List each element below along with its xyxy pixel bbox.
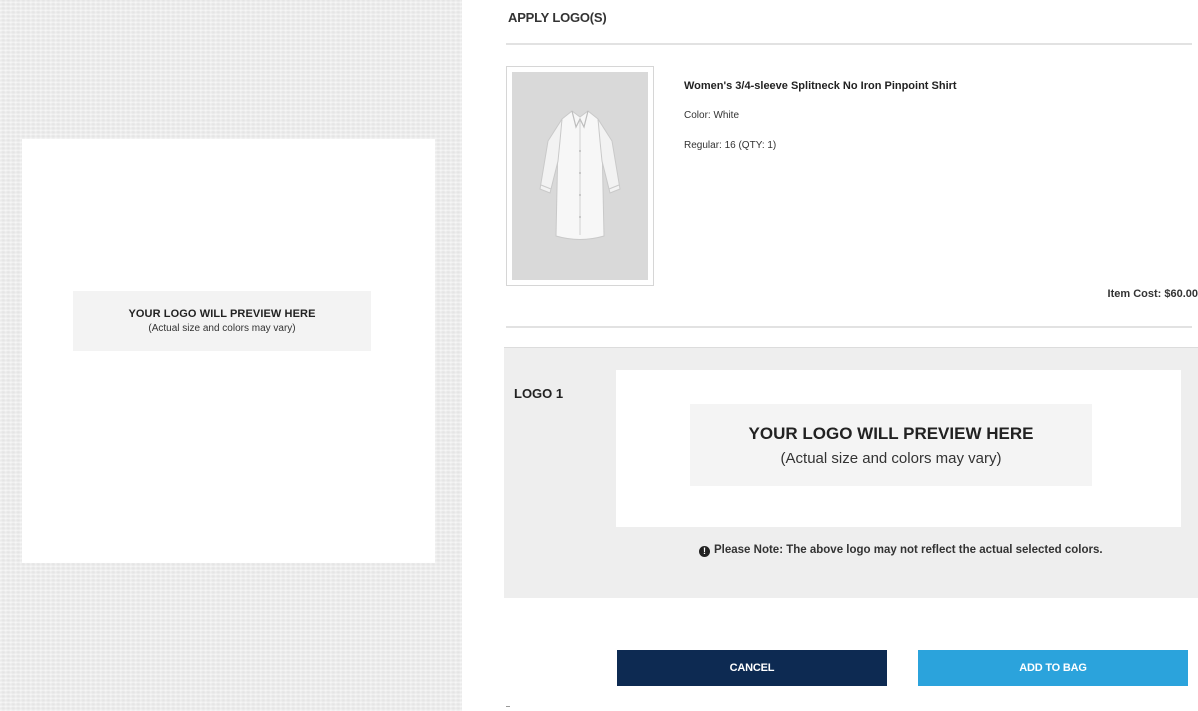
divider — [506, 326, 1192, 328]
preview-title: YOUR LOGO WILL PREVIEW HERE — [128, 308, 316, 320]
page-title: APPLY LOGO(S) — [508, 10, 607, 25]
preview-subtitle: (Actual size and colors may vary) — [148, 323, 296, 334]
preview-canvas: YOUR LOGO WILL PREVIEW HERE (Actual size… — [22, 139, 435, 563]
logo-preview-title: YOUR LOGO WILL PREVIEW HERE — [748, 423, 1034, 443]
product-color: Color: White — [684, 110, 740, 121]
preview-panel: YOUR LOGO WILL PREVIEW HERE (Actual size… — [0, 0, 462, 711]
shirt-icon — [539, 110, 621, 240]
product-size: Regular: 16 (QTY: 1) — [684, 140, 777, 151]
logo-label: LOGO 1 — [514, 386, 564, 401]
add-to-bag-button[interactable]: ADD TO BAG — [918, 650, 1188, 686]
logo-section: LOGO 1 YOUR LOGO WILL PREVIEW HERE (Actu… — [504, 347, 1198, 598]
divider — [506, 706, 510, 707]
info-icon: ! — [699, 546, 710, 557]
divider — [506, 43, 1192, 45]
cancel-button[interactable]: CANCEL — [617, 650, 887, 686]
logo-preview-subtitle: (Actual size and colors may vary) — [780, 449, 1002, 467]
logo-note-text: Please Note: The above logo may not refl… — [714, 544, 1103, 556]
item-cost: Item Cost: $60.00 — [1107, 288, 1198, 300]
apply-logo-panel: APPLY LOGO(S) Women's 3/4-sleeve Splitne… — [504, 0, 1198, 711]
logo-preview-placeholder: YOUR LOGO WILL PREVIEW HERE (Actual size… — [690, 404, 1092, 486]
logo-note: ! Please Note: The above logo may not ref… — [699, 542, 1169, 559]
product-thumbnail — [506, 66, 654, 286]
logo-preview-placeholder: YOUR LOGO WILL PREVIEW HERE (Actual size… — [73, 291, 371, 351]
logo-preview-box: YOUR LOGO WILL PREVIEW HERE (Actual size… — [616, 370, 1181, 527]
product-name: Women's 3/4-sleeve Splitneck No Iron Pin… — [684, 80, 957, 92]
